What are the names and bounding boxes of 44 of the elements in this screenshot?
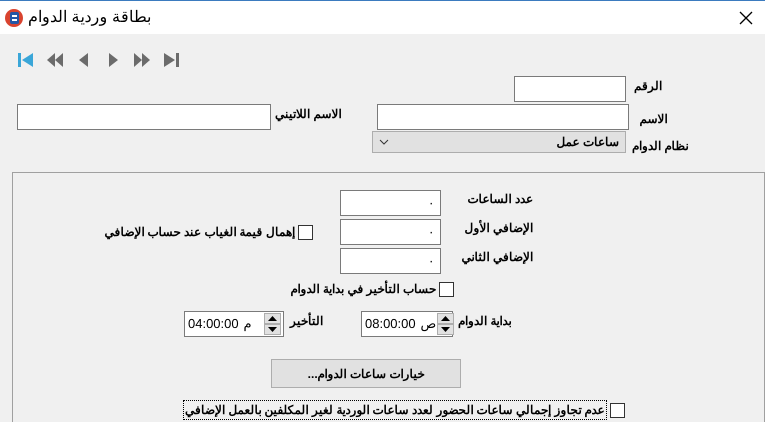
app-logo-icon	[4, 8, 24, 28]
close-icon[interactable]	[739, 10, 753, 24]
field-label: الرقم	[634, 78, 662, 95]
checkbox[interactable]	[610, 402, 625, 418]
double-left-arrow-icon[interactable]	[46, 51, 64, 69]
field-label: إهمال قيمة الغياب عند حساب الإضافي	[104, 224, 295, 241]
down-triangle-icon	[440, 327, 450, 332]
input-field[interactable]: ٠	[340, 190, 441, 216]
first-record-icon[interactable]	[17, 51, 35, 69]
time-value: 08:00:00	[364, 315, 416, 334]
spin-down-button[interactable]	[264, 324, 281, 335]
up-triangle-icon	[440, 316, 450, 321]
input-field[interactable]: ٠	[340, 219, 441, 245]
input-field[interactable]	[17, 104, 271, 130]
field-label: الاسم اللاتيني	[275, 106, 342, 123]
input-field[interactable]	[514, 76, 626, 102]
field-label: بداية الدوام	[458, 313, 512, 330]
checkbox[interactable]	[298, 224, 313, 240]
dropdown[interactable]: ساعات عمل	[372, 131, 626, 153]
field-label: عدد الساعات	[468, 191, 533, 208]
dropdown-value: ساعات عمل	[556, 134, 619, 151]
chevron-down-icon	[379, 139, 389, 145]
field-label: الإضافي الثاني	[462, 249, 533, 266]
up-triangle-icon	[268, 316, 277, 321]
input-field[interactable]	[377, 104, 630, 130]
last-record-icon[interactable]	[162, 51, 180, 69]
spin-down-button[interactable]	[436, 324, 454, 335]
down-triangle-icon	[268, 327, 277, 332]
spin-up-button[interactable]	[436, 313, 454, 324]
field-label: نظام الدوام	[632, 138, 688, 155]
period-label: ص	[420, 315, 437, 334]
field-label: الاسم	[639, 111, 668, 128]
checkbox[interactable]	[439, 282, 454, 296]
period-label: م	[244, 315, 253, 334]
shift-hours-options-button[interactable]: خيارات ساعات الدوام...	[271, 359, 461, 388]
field-label: حساب التأخير في بداية الدوام	[290, 280, 436, 298]
double-right-arrow-icon[interactable]	[133, 51, 151, 69]
field-label: التأخير	[290, 312, 323, 330]
spin-up-button[interactable]	[264, 313, 281, 324]
field-label: الإضافي الأول	[464, 219, 533, 237]
window-title: بطاقة وردية الدوام	[28, 8, 151, 28]
time-value: 04:00:00	[187, 315, 239, 334]
input-field[interactable]: ٠	[340, 248, 441, 274]
checkbox-label: عدم تجاوز إجمالي ساعات الحضور لعدد ساعات الوردية لغير المكلفين بالعمل الإضافي	[183, 400, 607, 420]
